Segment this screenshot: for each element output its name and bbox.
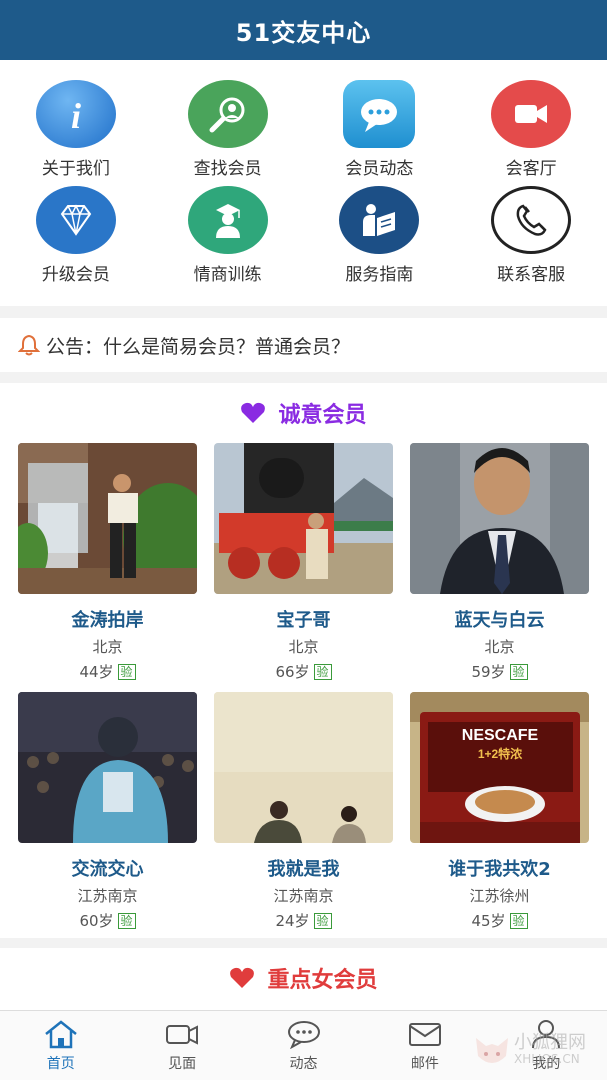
watermark: 小狐狸网 XHLJOS.CN [470,1028,586,1072]
menu-item-label: 查找会员 [193,159,262,179]
heart-icon [230,967,255,988]
menu-item-label: 会客厅 [505,159,557,179]
tab-label: 见面 [168,1055,197,1072]
member-name: 谁于我共欢2 [448,859,551,880]
video-camera-icon [491,80,572,148]
sincere-members-section: 诚意会员 金涛拍岸 北京 44岁 验 宝子哥 北京 66岁 验 蓝天与白云 北京… [0,383,607,938]
menu-item-lounge[interactable]: 会客厅 [455,80,607,179]
member-name: 金涛拍岸 [71,610,144,631]
announcement-bar[interactable]: 公告：什么是简易会员？普通会员？ [0,318,607,372]
member-meta: 24岁 验 [214,910,393,931]
tab-feed[interactable]: 动态 [243,1011,364,1080]
chat-icon [287,1020,320,1049]
member-photo [214,443,393,594]
member-age: 59岁 [471,663,506,681]
menu-item-member-news[interactable]: 会员动态 [304,80,456,179]
mail-icon [408,1022,441,1046]
graduate-icon [187,186,268,254]
member-age: 24岁 [275,912,310,930]
section-title: 重点女会员 [0,948,607,1008]
member-city: 江苏南京 [273,887,334,905]
search-user-icon [187,80,268,148]
member-photo [410,443,589,594]
member-photo [214,692,393,843]
menu-item-label: 联系客服 [497,265,566,285]
tab-label: 动态 [289,1055,318,1072]
member-photo: NESCAFE 1+2特浓 [410,692,589,843]
member-name: 交流交心 [71,859,144,880]
menu-panel: i 关于我们 查找会员 会员动态 会客厅 升级会员 情商训练 服务指南 联系客服 [0,60,607,306]
menu-item-service-guide[interactable]: 服务指南 [304,186,456,285]
member-city: 江苏南京 [77,887,138,905]
member-card[interactable]: 交流交心 江苏南京 60岁 验 [18,692,197,941]
menu-item-find-member[interactable]: 查找会员 [152,80,304,179]
member-meta: 60岁 验 [18,910,197,931]
phone-icon [491,186,572,254]
heart-icon [241,402,266,423]
member-city: 北京 [288,638,319,656]
menu-item-label: 情商训练 [193,265,262,285]
member-age: 45岁 [471,912,506,930]
member-meta: 45岁 验 [410,910,589,931]
menu-item-eq-training[interactable]: 情商训练 [152,186,304,285]
member-card[interactable]: 蓝天与白云 北京 59岁 验 [410,443,589,692]
nescafe-sub: 1+2特浓 [478,746,523,761]
verified-badge: 验 [509,663,528,680]
member-photo [18,692,197,843]
watermark-text: 小狐狸网 [514,1032,586,1053]
member-city: 江苏徐州 [469,887,530,905]
tab-label: 首页 [46,1055,75,1072]
menu-item-upgrade[interactable]: 升级会员 [0,186,152,285]
app-header: 51交友中心 [0,0,607,60]
nescafe-logo: NESCAFE [462,727,539,744]
reader-icon [339,186,420,254]
info-icon: i [35,80,116,148]
home-icon [44,1019,77,1048]
diamond-icon [35,186,116,254]
bell-icon [18,334,40,356]
section-title-text: 重点女会员 [267,968,378,993]
verified-badge: 验 [509,912,528,929]
member-age: 66岁 [275,663,310,681]
page-title: 51交友中心 [235,18,372,47]
verified-badge: 验 [117,912,136,929]
verified-badge: 验 [117,663,136,680]
member-name: 蓝天与白云 [454,610,545,631]
member-name: 我就是我 [267,859,340,880]
fox-logo-icon [476,1038,508,1063]
member-meta: 44岁 验 [18,661,197,682]
tab-mail[interactable]: 邮件 [364,1011,485,1080]
announcement-text: 公告：什么是简易会员？普通会员？ [46,335,351,358]
verified-badge: 验 [313,663,332,680]
member-meta: 66岁 验 [214,661,393,682]
svg-text:i: i [71,96,81,136]
member-card[interactable]: 宝子哥 北京 66岁 验 [214,443,393,692]
member-card[interactable]: 金涛拍岸 北京 44岁 验 [18,443,197,692]
member-meta: 59岁 验 [410,661,589,682]
section-title: 诚意会员 [0,383,607,443]
member-name: 宝子哥 [276,610,331,631]
chat-bubble-icon [343,80,416,148]
tab-label: 邮件 [410,1055,439,1072]
section-title-text: 诚意会员 [278,403,367,428]
tab-meet[interactable]: 见面 [121,1011,242,1080]
verified-badge: 验 [313,912,332,929]
menu-item-customer-service[interactable]: 联系客服 [455,186,607,285]
featured-women-section: 重点女会员 [0,948,607,1010]
member-age: 60岁 [79,912,114,930]
tab-home[interactable]: 首页 [0,1011,121,1080]
member-age: 44岁 [79,663,114,681]
member-city: 北京 [484,638,515,656]
member-card[interactable]: NESCAFE 1+2特浓 谁于我共欢2 江苏徐州 45岁 验 [410,692,589,941]
watermark-sub: XHLJOS.CN [514,1052,580,1066]
menu-item-label: 关于我们 [41,159,110,179]
member-city: 北京 [92,638,123,656]
member-card[interactable]: 我就是我 江苏南京 24岁 验 [214,692,393,941]
menu-item-label: 服务指南 [345,265,414,285]
video-icon [166,1024,199,1045]
menu-item-label: 升级会员 [41,265,110,285]
member-photo [18,443,197,594]
menu-item-label: 会员动态 [345,159,414,179]
menu-item-about[interactable]: i 关于我们 [0,80,152,179]
